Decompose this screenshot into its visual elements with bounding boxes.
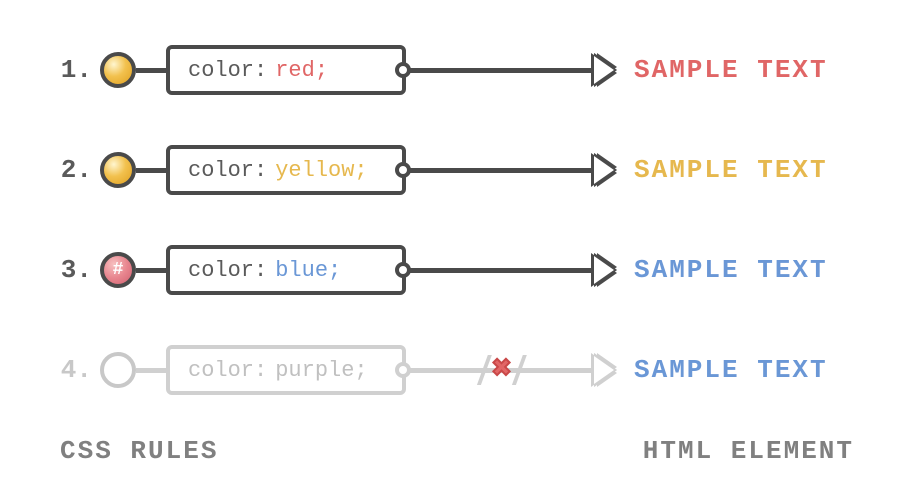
sample-text: SAMPLE TEXT [634,155,854,185]
wire [410,168,594,173]
css-rule-box: color: purple; [166,345,406,395]
css-rule-box: color: blue; [166,245,406,295]
arrow-right-icon [594,356,614,384]
rule-row: 4. color: purple; ✖ SAMPLE TEXT [60,340,854,400]
selector-ball-icon [100,52,136,88]
css-rule-box: color: red; [166,45,406,95]
arrow-right-icon [594,256,614,284]
sample-text: SAMPLE TEXT [634,355,854,385]
footer-left: CSS RULES [60,436,218,466]
row-number: 4. [60,355,92,385]
css-property: color: [188,258,267,283]
rule-row: 1. color: red; SAMPLE TEXT [60,40,854,100]
x-icon: ✖ [492,354,511,386]
connector-line [136,368,166,373]
arrow-right-icon [594,156,614,184]
css-value: yellow; [275,158,367,183]
rule-row: 2. color: yellow; SAMPLE TEXT [60,140,854,200]
footer-right: HTML ELEMENT [643,436,854,466]
row-number: 1. [60,55,92,85]
css-value: red; [275,58,328,83]
sample-text: SAMPLE TEXT [634,55,854,85]
css-rule-box: color: yellow; [166,145,406,195]
rule-row: 3. # color: blue; SAMPLE TEXT [60,240,854,300]
css-value: purple; [275,358,367,383]
output-node-icon [395,62,411,78]
row-number: 3. [60,255,92,285]
connector-line [136,268,166,273]
css-property: color: [188,158,267,183]
wire [410,268,594,273]
css-value: blue; [275,258,341,283]
row-number: 2. [60,155,92,185]
wire-blocked: ✖ [410,368,594,373]
arrow-right-icon [594,56,614,84]
output-node-icon [395,262,411,278]
selector-id-icon: # [100,252,136,288]
footer-labels: CSS RULES HTML ELEMENT [60,436,854,466]
connector-line [136,68,166,73]
selector-empty-icon [100,352,136,388]
css-property: color: [188,358,267,383]
css-property: color: [188,58,267,83]
connector-line [136,168,166,173]
selector-ball-icon [100,152,136,188]
cut-marker-icon: ✖ [482,354,521,386]
output-node-icon [395,362,411,378]
sample-text: SAMPLE TEXT [634,255,854,285]
wire [410,68,594,73]
output-node-icon [395,162,411,178]
